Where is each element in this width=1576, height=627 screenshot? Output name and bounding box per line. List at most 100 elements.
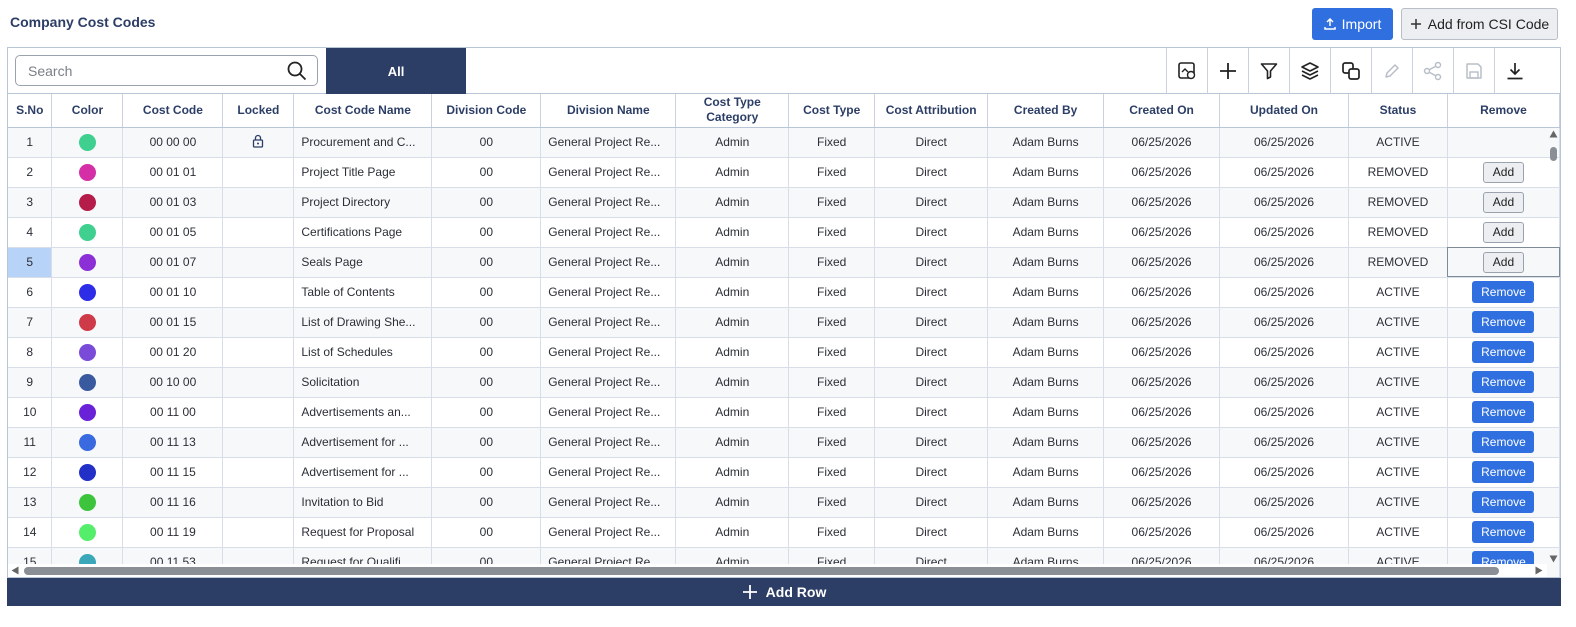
row-created-on[interactable]: 06/25/2026 (1103, 277, 1221, 308)
row-division-name[interactable]: General Project Re... (540, 187, 677, 218)
row-cost-type[interactable]: Fixed (788, 187, 876, 218)
row-cost-code-name[interactable]: List of Drawing She... (293, 307, 433, 338)
row-created-on[interactable]: 06/25/2026 (1103, 127, 1221, 158)
row-cost-attribution[interactable]: Direct (874, 307, 989, 338)
row-created-on[interactable]: 06/25/2026 (1103, 487, 1221, 518)
row-sno[interactable]: 11 (8, 427, 53, 458)
row-locked[interactable] (222, 457, 295, 488)
row-division-name[interactable]: General Project Re... (540, 427, 677, 458)
row-cost-type[interactable]: Fixed (788, 157, 876, 188)
row-color[interactable] (51, 427, 124, 458)
row-cost-code-name[interactable]: Advertisements an... (293, 397, 433, 428)
row-sno[interactable]: 14 (8, 517, 53, 548)
add-button[interactable]: Add (1482, 221, 1524, 243)
row-status[interactable]: ACTIVE (1348, 367, 1448, 398)
row-cost-attribution[interactable]: Direct (874, 247, 989, 278)
remove-button[interactable]: Remove (1472, 281, 1535, 303)
scroll-right-icon[interactable] (1535, 566, 1543, 575)
row-color[interactable] (51, 157, 124, 188)
remove-button[interactable]: Remove (1472, 491, 1535, 513)
row-remove[interactable] (1447, 127, 1560, 158)
row-cost-type-category[interactable]: Admin (675, 457, 790, 488)
row-color[interactable] (51, 337, 124, 368)
row-cost-code-name[interactable]: Advertisement for ... (293, 457, 433, 488)
row-division-name[interactable]: General Project Re... (540, 397, 677, 428)
row-remove[interactable]: Remove (1447, 337, 1560, 368)
row-cost-type[interactable]: Fixed (788, 247, 876, 278)
vertical-scrollbar[interactable] (1547, 128, 1560, 563)
row-updated-on[interactable]: 06/25/2026 (1219, 457, 1349, 488)
row-division-name[interactable]: General Project Re... (540, 157, 677, 188)
row-cost-code[interactable]: 00 01 03 (122, 187, 224, 218)
row-status[interactable]: ACTIVE (1348, 397, 1448, 428)
row-updated-on[interactable]: 06/25/2026 (1219, 187, 1349, 218)
row-color[interactable] (51, 367, 124, 398)
save-button[interactable] (1453, 48, 1494, 94)
row-cost-code-name[interactable]: Advertisement for ... (293, 427, 433, 458)
row-status[interactable]: ACTIVE (1348, 427, 1448, 458)
row-cost-type-category[interactable]: Admin (675, 247, 790, 278)
row-cost-attribution[interactable]: Direct (874, 127, 989, 158)
row-cost-code[interactable]: 00 10 00 (122, 367, 224, 398)
row-color[interactable] (51, 307, 124, 338)
row-created-on[interactable]: 06/25/2026 (1103, 187, 1221, 218)
col-created-on[interactable]: Created On (1103, 94, 1221, 128)
row-created-by[interactable]: Adam Burns (987, 127, 1105, 158)
row-cost-code-name[interactable]: Project Directory (293, 187, 433, 218)
row-created-by[interactable]: Adam Burns (987, 517, 1105, 548)
col-locked[interactable]: Locked (222, 94, 295, 128)
row-cost-type-category[interactable]: Admin (675, 517, 790, 548)
row-created-by[interactable]: Adam Burns (987, 217, 1105, 248)
row-division-code[interactable]: 00 (431, 157, 542, 188)
row-sno[interactable]: 3 (8, 187, 53, 218)
row-color[interactable] (51, 487, 124, 518)
row-remove[interactable]: Remove (1447, 397, 1560, 428)
row-status[interactable]: ACTIVE (1348, 517, 1448, 548)
row-cost-type-category[interactable]: Admin (675, 397, 790, 428)
row-created-by[interactable]: Adam Burns (987, 157, 1105, 188)
row-division-name[interactable]: General Project Re... (540, 277, 677, 308)
row-created-by[interactable]: Adam Burns (987, 367, 1105, 398)
row-division-name[interactable]: General Project Re... (540, 247, 677, 278)
table-row[interactable]: 13 00 11 16 Invitation to Bid 00 General Pro… (8, 487, 1560, 518)
row-remove[interactable]: Remove (1447, 517, 1560, 548)
row-locked[interactable] (222, 397, 295, 428)
row-cost-code[interactable]: 00 11 00 (122, 397, 224, 428)
row-cost-type[interactable]: Fixed (788, 397, 876, 428)
row-division-code[interactable]: 00 (431, 337, 542, 368)
row-division-code[interactable]: 00 (431, 217, 542, 248)
row-status[interactable]: REMOVED (1348, 157, 1448, 188)
row-cost-type-category[interactable]: Admin (675, 487, 790, 518)
row-updated-on[interactable]: 06/25/2026 (1219, 337, 1349, 368)
row-created-on[interactable]: 06/25/2026 (1103, 367, 1221, 398)
row-cost-type[interactable]: Fixed (788, 127, 876, 158)
row-sno[interactable]: 7 (8, 307, 53, 338)
row-remove[interactable]: Remove (1447, 487, 1560, 518)
row-sno[interactable]: 9 (8, 367, 53, 398)
row-updated-on[interactable]: 06/25/2026 (1219, 397, 1349, 428)
row-cost-type-category[interactable]: Admin (675, 127, 790, 158)
row-locked[interactable] (222, 427, 295, 458)
row-cost-type-category[interactable]: Admin (675, 367, 790, 398)
row-cost-code[interactable]: 00 01 10 (122, 277, 224, 308)
row-cost-code[interactable]: 00 11 19 (122, 517, 224, 548)
add-from-csi-button[interactable]: Add from CSI Code (1401, 8, 1558, 40)
row-sno[interactable]: 6 (8, 277, 53, 308)
row-locked[interactable] (222, 487, 295, 518)
table-row[interactable]: 12 00 11 15 Advertisement for ... 00 General… (8, 457, 1560, 488)
row-sno[interactable]: 5 (8, 247, 53, 278)
add-button[interactable] (1207, 48, 1248, 94)
row-status[interactable]: REMOVED (1348, 247, 1448, 278)
row-updated-on[interactable]: 06/25/2026 (1219, 157, 1349, 188)
row-status[interactable]: ACTIVE (1348, 127, 1448, 158)
col-updated-on[interactable]: Updated On (1219, 94, 1349, 128)
row-created-by[interactable]: Adam Burns (987, 487, 1105, 518)
edit-button[interactable] (1371, 48, 1412, 94)
row-created-by[interactable]: Adam Burns (987, 337, 1105, 368)
row-created-by[interactable]: Adam Burns (987, 397, 1105, 428)
copy-button[interactable] (1330, 48, 1371, 94)
row-updated-on[interactable]: 06/25/2026 (1219, 307, 1349, 338)
row-updated-on[interactable]: 06/25/2026 (1219, 427, 1349, 458)
row-cost-code[interactable]: 00 01 20 (122, 337, 224, 368)
row-cost-type[interactable]: Fixed (788, 307, 876, 338)
